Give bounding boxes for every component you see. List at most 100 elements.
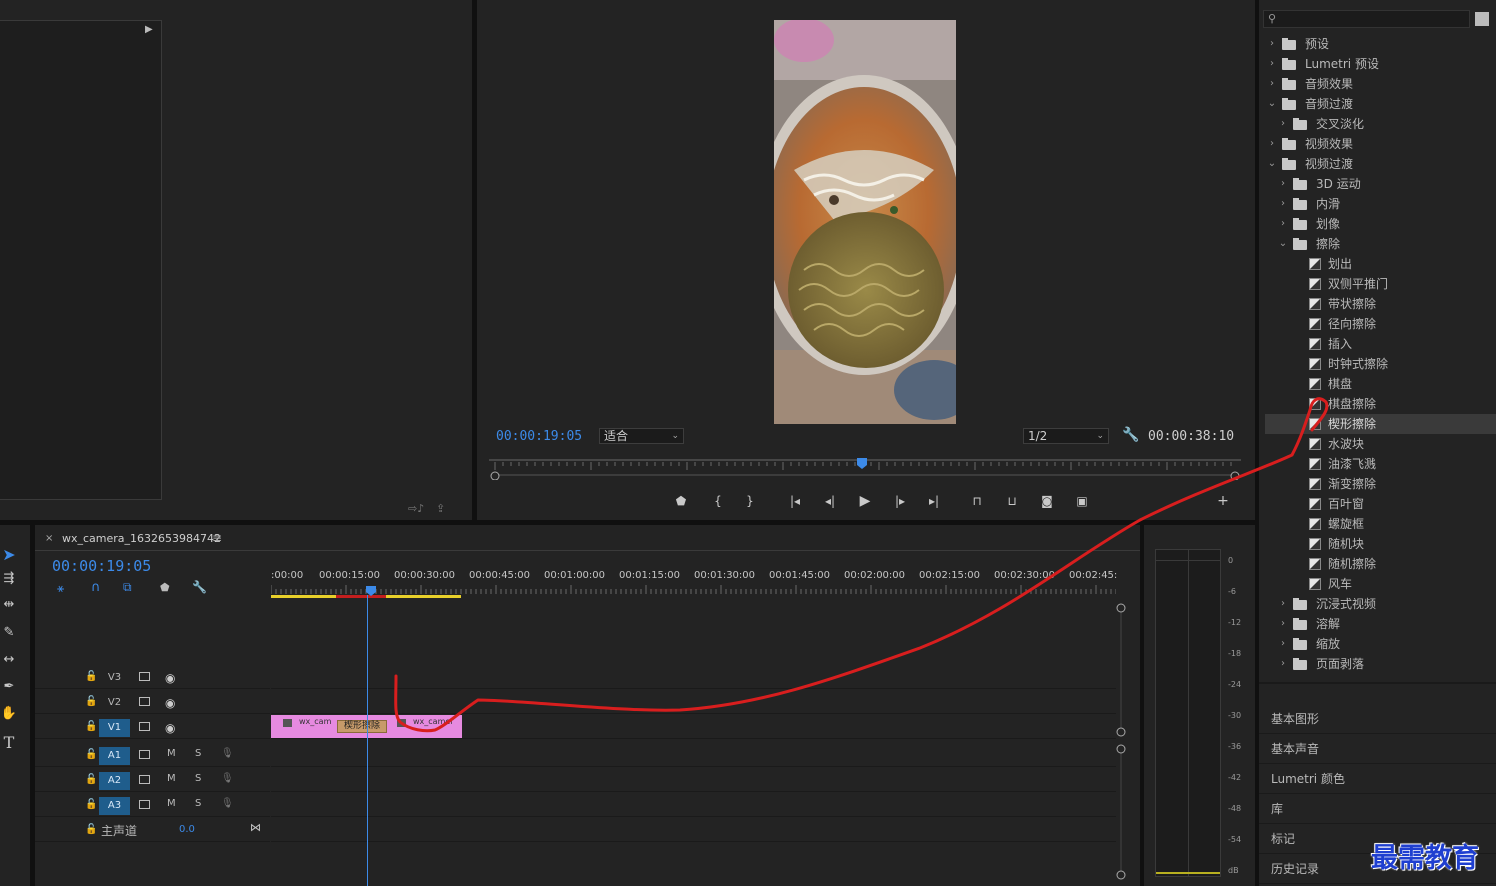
chevron-right-icon[interactable]: › <box>1278 194 1288 214</box>
audio-track-header[interactable]: 🔓 A1 M S 🎙 <box>35 743 270 767</box>
time-ruler[interactable]: :00:00 00:00:15:00 00:00:30:00 00:00:45:00 0… <box>271 565 1117 599</box>
sync-lock-icon[interactable] <box>139 800 150 809</box>
camera-icon[interactable]: ◙ <box>1036 491 1058 511</box>
go-to-in-icon[interactable]: |◂ <box>784 491 806 511</box>
go-to-end-icon[interactable]: ⋈ <box>250 821 261 834</box>
extract-icon[interactable]: ⊔ <box>1001 491 1023 511</box>
effects-tree-item[interactable]: 双侧平推门 <box>1265 274 1496 294</box>
effects-tree-item[interactable]: 随机块 <box>1265 534 1496 554</box>
side-panel-tab[interactable]: 基本声音 <box>1271 740 1319 760</box>
effects-tree-item[interactable]: 径向擦除 <box>1265 314 1496 334</box>
audio-track-lane[interactable] <box>271 743 1116 767</box>
effects-tree-item[interactable]: › 沉浸式视频 <box>1265 594 1496 614</box>
effects-tree-item[interactable]: › 交叉淡化 <box>1265 114 1496 134</box>
panel-menu-icon[interactable]: ≡ <box>212 531 222 545</box>
effects-tree-item[interactable]: 油漆飞溅 <box>1265 454 1496 474</box>
chevron-right-icon[interactable]: › <box>1267 74 1277 94</box>
sync-lock-icon[interactable] <box>139 775 150 784</box>
mute-button[interactable]: M <box>167 773 176 784</box>
add-marker-icon[interactable]: ⬟ <box>160 581 170 594</box>
lock-icon[interactable]: 🔓 <box>85 774 97 785</box>
lock-icon[interactable]: 🔓 <box>85 671 97 682</box>
chevron-right-icon[interactable]: › <box>1278 654 1288 674</box>
lock-icon[interactable]: 🔓 <box>85 799 97 810</box>
track-target-toggle[interactable]: A2 <box>99 772 130 790</box>
step-forward-icon[interactable]: |▸ <box>889 491 911 511</box>
effects-search-input[interactable]: ⚲ <box>1263 10 1470 28</box>
effects-tree-item[interactable]: 棋盘 <box>1265 374 1496 394</box>
wrench-icon[interactable]: 🔧 <box>1122 427 1139 443</box>
video-scrollbar[interactable] <box>1115 600 1127 740</box>
snap-magnet-icon[interactable]: ∩ <box>91 580 101 595</box>
program-video-frame[interactable] <box>774 20 956 424</box>
effects-tree-item[interactable]: 划出 <box>1265 254 1496 274</box>
razor-tool-icon[interactable]: ✎ <box>0 625 18 645</box>
solo-button[interactable]: S <box>195 748 201 759</box>
video-track-header[interactable]: 🔓 V2 ◉ <box>35 690 270 714</box>
audio-track-header[interactable]: 🔓 A2 M S 🎙 <box>35 768 270 792</box>
effects-tree-item[interactable]: 渐变擦除 <box>1265 474 1496 494</box>
chevron-right-icon[interactable]: › <box>1267 54 1277 74</box>
effects-tree-item[interactable]: 风车 <box>1265 574 1496 594</box>
track-target-toggle[interactable]: A3 <box>99 797 130 815</box>
effects-tree-item[interactable]: 螺旋框 <box>1265 514 1496 534</box>
effects-tree-item[interactable]: › Lumetri 预设 <box>1265 54 1496 74</box>
chevron-right-icon[interactable]: › <box>1278 214 1288 234</box>
mute-button[interactable]: M <box>167 798 176 809</box>
add-button-icon[interactable]: + <box>1212 491 1234 511</box>
side-panel-tab[interactable]: 标记 <box>1271 830 1295 850</box>
effects-tree-item[interactable]: › 预设 <box>1265 34 1496 54</box>
new-bin-icon[interactable] <box>1475 12 1489 26</box>
ripple-edit-tool-icon[interactable]: ⇹ <box>0 597 18 617</box>
audio-scrollbar[interactable] <box>1115 743 1127 883</box>
transition-block[interactable]: 楔形擦除 <box>337 720 387 733</box>
track-target-toggle[interactable]: V2 <box>99 694 130 712</box>
effects-tree-item[interactable]: › 视频效果 <box>1265 134 1496 154</box>
track-target-toggle[interactable]: V3 <box>99 669 130 687</box>
hand-tool-icon[interactable]: ✋ <box>0 706 18 726</box>
effects-tree-item[interactable]: 楔形擦除 <box>1265 414 1496 434</box>
side-panel-tab[interactable]: 历史记录 <box>1271 860 1319 880</box>
program-scrubber[interactable] <box>489 458 1241 480</box>
sequence-tab[interactable]: wx_camera_1632653984742 <box>62 532 221 545</box>
track-target-toggle[interactable]: V1 <box>99 719 130 737</box>
effects-tree-item[interactable]: ⌄ 音频过渡 <box>1265 94 1496 114</box>
effects-tree-item[interactable]: › 划像 <box>1265 214 1496 234</box>
master-track-header[interactable]: 🔓 主声道 0.0 ⋈ <box>35 818 270 842</box>
side-panel-tab[interactable]: 库 <box>1271 800 1283 820</box>
effects-tree-item[interactable]: › 页面剥落 <box>1265 654 1496 674</box>
chevron-right-icon[interactable]: › <box>1267 134 1277 154</box>
chevron-down-icon[interactable]: ⌄ <box>1267 154 1277 174</box>
effects-tree-item[interactable]: › 溶解 <box>1265 614 1496 634</box>
close-icon[interactable]: × <box>45 533 53 544</box>
mute-button[interactable]: M <box>167 748 176 759</box>
lock-icon[interactable]: 🔓 <box>85 749 97 760</box>
type-tool-icon[interactable]: T <box>0 733 18 753</box>
video-track-lane[interactable] <box>271 690 1116 714</box>
microphone-icon[interactable]: 🎙 <box>221 773 234 784</box>
effects-tree-item[interactable]: 时钟式擦除 <box>1265 354 1496 374</box>
sync-lock-icon[interactable] <box>139 722 150 731</box>
solo-button[interactable]: S <box>195 798 201 809</box>
lock-icon[interactable]: 🔓 <box>85 824 97 835</box>
lock-icon[interactable]: 🔓 <box>85 721 97 732</box>
microphone-icon[interactable]: 🎙 <box>221 798 234 809</box>
side-panel-tab[interactable]: 基本图形 <box>1271 710 1319 730</box>
go-to-out-icon[interactable]: ▸| <box>923 491 945 511</box>
chevron-down-icon[interactable]: ⌄ <box>1278 234 1288 254</box>
sync-lock-icon[interactable] <box>139 697 150 706</box>
slip-tool-icon[interactable]: ↔ <box>0 652 18 672</box>
program-current-timecode[interactable]: 00:00:19:05 <box>496 429 582 444</box>
video-track-header[interactable]: 🔓 V3 ◉ <box>35 665 270 689</box>
microphone-icon[interactable]: 🎙 <box>221 748 234 759</box>
selection-tool-icon[interactable]: ➤ <box>0 545 18 565</box>
solo-button[interactable]: S <box>195 773 201 784</box>
chevron-right-icon[interactable]: › <box>1278 114 1288 134</box>
master-track-lane[interactable] <box>271 818 1116 842</box>
video-track-header[interactable]: 🔓 V1 ◉ <box>35 715 270 739</box>
effects-tree-item[interactable]: 棋盘擦除 <box>1265 394 1496 414</box>
effects-tree-item[interactable]: › 缩放 <box>1265 634 1496 654</box>
effects-tree-item[interactable]: 水波块 <box>1265 434 1496 454</box>
effects-tree-item[interactable]: › 音频效果 <box>1265 74 1496 94</box>
effects-tree-item[interactable]: 随机擦除 <box>1265 554 1496 574</box>
